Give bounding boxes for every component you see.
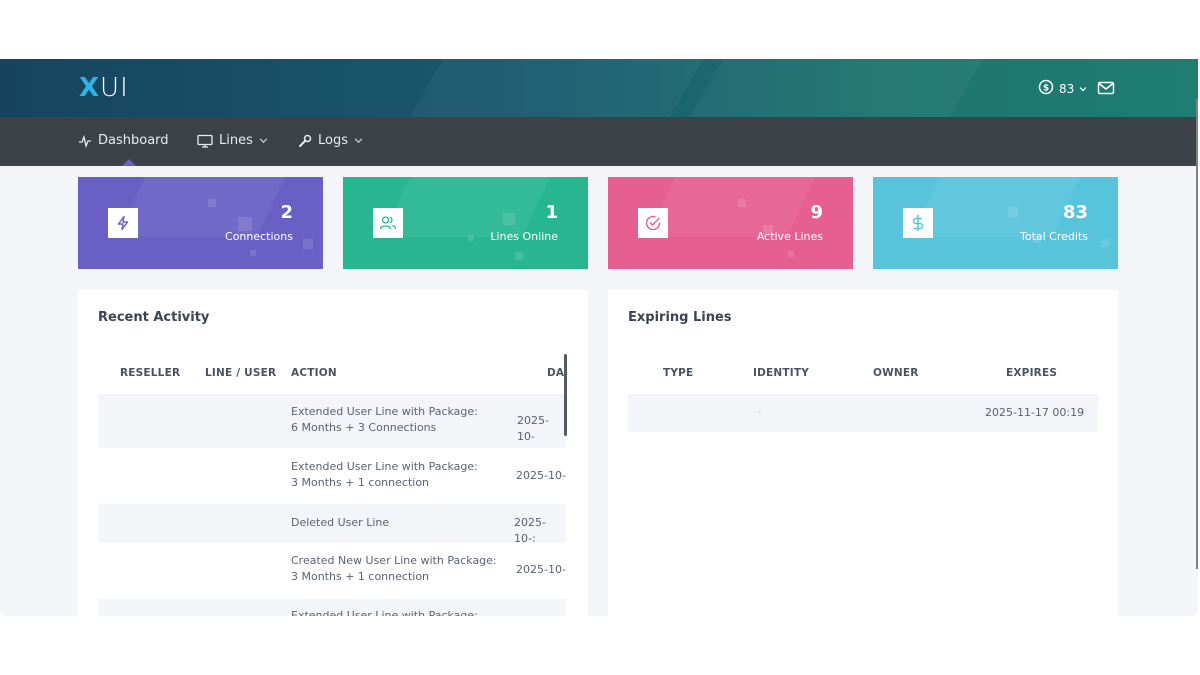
column-header[interactable]: DA	[547, 367, 564, 379]
stat-value: 1	[545, 202, 558, 223]
window-edge	[1196, 99, 1198, 569]
stat-label: Active Lines	[756, 230, 823, 243]
stat-value: 83	[1062, 202, 1088, 223]
table-scrollbar[interactable]	[564, 354, 567, 436]
monitor-icon	[197, 134, 213, 148]
table-row[interactable]: Created New User Line with Package: 3 Mon…	[98, 543, 566, 599]
stat-value: 9	[810, 202, 823, 223]
credits-value: 83	[1059, 81, 1075, 96]
stat-card-lines-online[interactable]: 1 Lines Online	[343, 177, 588, 269]
active-nav-indicator	[122, 159, 136, 166]
stat-label: Connections	[225, 230, 293, 243]
table-row[interactable]: Extended User Line with Package: 6 Months…	[98, 394, 566, 448]
expires-cell: 2025-11-17 00:19	[985, 406, 1085, 419]
date-cell: 2025-10-	[516, 563, 566, 576]
column-header[interactable]: TYPE	[663, 367, 693, 379]
table-row[interactable]: - 2025-11-17 00:19	[628, 394, 1098, 432]
dollar-icon	[903, 208, 933, 238]
action-text: Deleted User Line	[291, 516, 390, 529]
column-header[interactable]: IDENTITY	[753, 367, 809, 379]
recent-activity-panel: Recent Activity RESELLER LINE / USER ACT…	[78, 290, 588, 616]
credits-dropdown[interactable]: $ 83	[1038, 79, 1087, 98]
stat-card-connections[interactable]: 2 Connections	[78, 177, 323, 269]
chevron-down-icon	[354, 136, 363, 145]
top-header: XUI $ 83	[0, 59, 1198, 117]
header-decoration	[373, 59, 727, 117]
column-header[interactable]: OWNER	[873, 367, 919, 379]
column-header[interactable]: EXPIRES	[1006, 367, 1057, 379]
stat-label: Lines Online	[490, 230, 558, 243]
nav-dashboard-label: Dashboard	[98, 133, 169, 148]
stat-card-active-lines[interactable]: 9 Active Lines	[608, 177, 853, 269]
stat-label: Total Credits	[1020, 230, 1088, 243]
nav-logs[interactable]: Logs	[298, 133, 363, 148]
users-icon	[373, 208, 403, 238]
nav-lines[interactable]: Lines	[197, 133, 268, 148]
column-header[interactable]: RESELLER	[120, 367, 180, 379]
wrench-icon	[298, 134, 312, 148]
app-logo[interactable]: XUI	[79, 73, 129, 103]
column-header[interactable]: ACTION	[291, 367, 337, 379]
action-text: Extended User Line with Package: 6 Months…	[291, 405, 478, 434]
date-cell: 2025-10-	[517, 414, 549, 443]
panel-title: Expiring Lines	[628, 310, 732, 325]
activity-icon	[78, 134, 92, 148]
action-text: Extended User Line with Package:	[291, 609, 478, 616]
lightning-icon	[108, 208, 138, 238]
table-row[interactable]: Extended User Line with Package:	[98, 599, 566, 616]
header-decoration	[653, 59, 1007, 117]
table-row[interactable]: Deleted User Line 2025-10-:	[98, 504, 566, 545]
action-text: Extended User Line with Package: 3 Months…	[291, 460, 478, 489]
expiring-lines-panel: Expiring Lines TYPE IDENTITY OWNER EXPIR…	[608, 290, 1118, 616]
chevron-down-icon	[1079, 82, 1087, 96]
stat-card-total-credits[interactable]: 83 Total Credits	[873, 177, 1118, 269]
column-header[interactable]: LINE / USER	[205, 367, 276, 379]
check-circle-icon	[638, 208, 668, 238]
main-nav: Dashboard Lines Logs	[0, 117, 1198, 166]
chevron-down-icon	[259, 136, 268, 145]
stat-value: 2	[280, 202, 293, 223]
nav-logs-label: Logs	[318, 133, 348, 148]
date-cell: 2025-10-	[516, 469, 566, 482]
nav-dashboard[interactable]: Dashboard	[78, 133, 169, 148]
action-text: Created New User Line with Package: 3 Mon…	[291, 554, 497, 583]
panel-title: Recent Activity	[98, 310, 210, 325]
nav-lines-label: Lines	[219, 133, 253, 148]
envelope-icon[interactable]	[1097, 80, 1115, 100]
svg-text:$: $	[1043, 84, 1049, 94]
dollar-circle-icon: $	[1038, 79, 1054, 98]
identity-cell: -	[758, 408, 761, 417]
app-window: XUI $ 83 Dashboard Lines Logs 2 Connecti…	[0, 59, 1198, 616]
table-row[interactable]: Extended User Line with Package: 3 Months…	[98, 448, 566, 504]
